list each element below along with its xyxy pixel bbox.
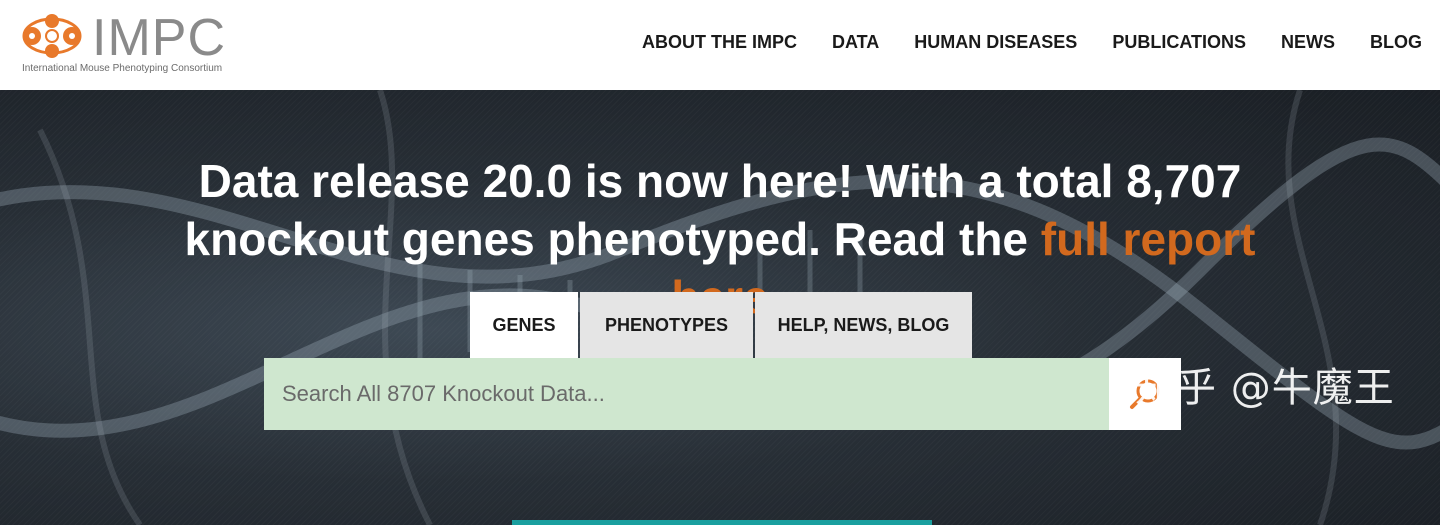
main-nav: ABOUT THE IMPC DATA HUMAN DISEASES PUBLI… (607, 30, 1422, 54)
tab-help-news-blog[interactable]: HELP, NEWS, BLOG (755, 292, 972, 358)
site-header: IMPC International Mouse Phenotyping Con… (0, 0, 1440, 90)
search-input[interactable] (264, 358, 1109, 430)
nav-blog[interactable]: BLOG (1370, 30, 1422, 54)
search-tabs: GENES PHENOTYPES HELP, NEWS, BLOG (470, 292, 974, 358)
impc-logo[interactable]: IMPC International Mouse Phenotyping Con… (20, 10, 240, 80)
tab-phenotypes[interactable]: PHENOTYPES (580, 292, 753, 358)
logo-title: IMPC (92, 9, 226, 67)
logo-mark-icon (22, 14, 82, 58)
nav-data[interactable]: DATA (832, 30, 879, 54)
search-bar (264, 358, 1109, 430)
tab-genes[interactable]: GENES (470, 292, 578, 358)
nav-human-diseases[interactable]: HUMAN DISEASES (914, 30, 1077, 54)
logo-subtitle: International Mouse Phenotyping Consorti… (22, 63, 223, 74)
nav-about[interactable]: ABOUT THE IMPC (642, 30, 797, 54)
nav-news[interactable]: NEWS (1281, 30, 1335, 54)
search-underline-bar (512, 520, 932, 525)
watermark: 知乎 @牛魔王 (1135, 365, 1395, 411)
nav-publications[interactable]: PUBLICATIONS (1112, 30, 1246, 54)
